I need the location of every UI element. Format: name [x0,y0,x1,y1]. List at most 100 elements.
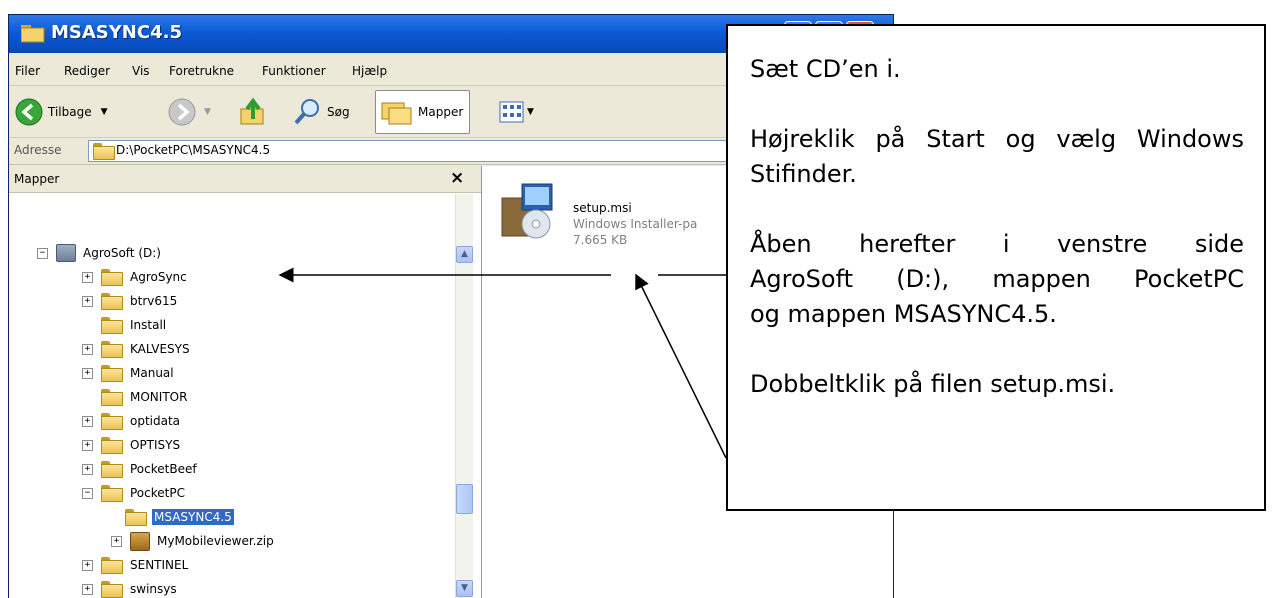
expand-icon[interactable]: + [82,367,93,379]
tree-item-label: btrv615 [130,294,178,308]
tree-item[interactable]: + PocketBeef [82,457,199,481]
tree-item[interactable]: + SENTINEL [82,553,190,577]
folder-icon [101,341,123,358]
tree-item[interactable]: + MyMobileviewer.zip [111,529,276,553]
chevron-down-icon: ▼ [527,107,534,117]
menu-view[interactable]: Vis [132,64,150,78]
folders-pane-title: Mapper [14,172,60,186]
expand-icon[interactable]: + [111,535,122,547]
expand-icon[interactable]: + [82,415,93,427]
vertical-scrollbar[interactable]: ▲ ▼ [455,194,473,598]
folder-icon [101,389,123,406]
tree-item[interactable]: + swinsys [82,577,179,598]
instruction-step-3-line-2: AgroSoft (D:), mappen PocketPC [750,265,1244,293]
folder-icon [101,413,123,430]
expand-icon[interactable]: + [82,559,93,571]
instruction-step-1: Sæt CD’en i. [750,55,901,83]
instruction-callout: Sæt CD’en i. Højreklik på Start og vælg … [726,24,1266,511]
folder-open-icon [125,509,147,526]
tree-item[interactable]: + Manual [82,361,176,385]
folders-pane: Mapper × − AgroSoft (D:) + AgroSync + bt… [9,166,482,598]
installer-icon[interactable] [500,180,556,240]
expand-icon[interactable]: + [82,295,93,307]
expand-icon[interactable]: + [82,463,93,475]
menu-help[interactable]: Hjælp [352,64,387,78]
scroll-up-icon[interactable]: ▲ [456,246,473,263]
folder-icon [21,25,45,43]
search-label: Søg [327,105,350,119]
tree-item-label: Install [130,318,167,332]
chevron-down-icon: ▼ [100,107,108,117]
collapse-icon[interactable]: − [82,487,93,499]
close-icon[interactable]: × [450,168,464,188]
file-type: Windows Installer-pa [573,217,698,231]
file-size: 7.665 KB [573,233,628,247]
folder-icon [101,437,123,454]
tree-item[interactable]: − PocketPC [82,481,187,505]
collapse-icon[interactable]: − [37,247,48,259]
folder-icon [101,293,123,310]
tree-item[interactable]: Install [82,313,168,337]
tree-item-label: SENTINEL [130,558,189,572]
address-value: D:\PocketPC\MSASYNC4.5 [116,143,271,157]
drive-icon [56,244,76,262]
chevron-down-icon: ▼ [204,107,211,117]
expand-icon[interactable]: + [82,439,93,451]
tree-item[interactable]: + KALVESYS [82,337,192,361]
tree-item-label: KALVESYS [130,342,190,356]
back-button[interactable]: Tilbage ▼ [15,95,108,129]
tree-item[interactable]: + optidata [82,409,182,433]
tree-item-label: PocketPC [130,486,185,500]
folders-pane-header: Mapper × [9,166,481,193]
folder-icon [101,317,123,334]
scroll-down-icon[interactable]: ▼ [456,580,473,597]
folders-button[interactable]: Mapper [375,90,471,134]
up-folder-icon [240,97,264,125]
instruction-step-3-line-3: og mappen MSASYNC4.5. [750,300,1057,328]
folder-icon [101,269,123,286]
address-label: Adresse [14,143,62,157]
menu-edit[interactable]: Rediger [64,64,110,78]
search-button[interactable]: Søg [292,95,350,129]
expand-icon[interactable]: + [82,583,93,595]
tree-item-label: optidata [130,414,181,428]
menu-favorites[interactable]: Foretrukne [169,64,234,78]
file-name[interactable]: setup.msi [573,201,632,215]
forward-button[interactable]: ▼ [168,95,211,129]
tree-item-label: MONITOR [130,390,188,404]
tree-item-label: swinsys [130,582,177,596]
folder-icon [101,557,123,574]
folders-icon [381,102,412,125]
up-folder-button[interactable] [239,95,269,129]
tree-item-label: MyMobileviewer.zip [157,534,274,548]
folder-icon [101,461,123,478]
search-icon [294,99,319,125]
views-icon [499,101,524,123]
tree-item[interactable]: MONITOR [82,385,189,409]
instruction-step-4: Dobbeltklik på filen setup.msi. [750,370,1116,398]
tree-item-label: OPTISYS [130,438,181,452]
tree-item-label: AgroSoft (D:) [83,246,161,260]
tree-item[interactable]: − AgroSoft (D:) [37,241,163,265]
tree-item[interactable]: + OPTISYS [82,433,182,457]
tree-item[interactable]: + AgroSync [82,265,189,289]
tree-item-label: PocketBeef [130,462,197,476]
folder-icon [101,485,123,502]
instruction-step-2: Højreklik på Start og vælg Windows Stifi… [750,125,1244,188]
folder-icon [101,581,123,598]
expand-icon[interactable]: + [82,343,93,355]
views-button[interactable]: ▼ [499,95,534,129]
tree-item-selected[interactable]: MSASYNC4.5 [106,505,234,529]
folder-icon [101,365,123,382]
menu-tools[interactable]: Funktioner [262,64,326,78]
expand-icon[interactable]: + [82,271,93,283]
tree-item[interactable]: + btrv615 [82,289,179,313]
folders-label: Mapper [418,105,464,119]
scroll-thumb[interactable] [456,484,473,514]
window-title: MSASYNC4.5 [51,22,182,43]
menu-file[interactable]: Filer [15,64,40,78]
tree-item-label: Manual [130,366,174,380]
